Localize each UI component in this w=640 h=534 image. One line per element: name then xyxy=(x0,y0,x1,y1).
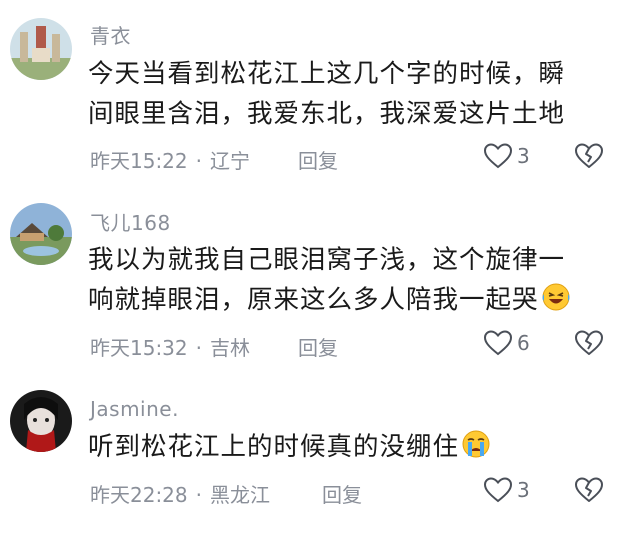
comment-line: 响就掉眼泪，原来这么多人陪我一起哭 xyxy=(88,280,598,320)
timestamp: 昨天22:28 xyxy=(90,483,188,507)
broken-heart-icon xyxy=(575,477,603,502)
crying-emoji-icon xyxy=(462,430,490,458)
avatar[interactable] xyxy=(10,18,72,80)
dislike-button[interactable] xyxy=(574,329,604,361)
comment-meta: 昨天22:28 · 黑龙江 xyxy=(90,479,270,508)
like-button[interactable]: 3 xyxy=(483,476,530,504)
comment-line-text: 听到松花江上的时候真的没绷住 xyxy=(88,432,460,462)
comment-line-text: 响就掉眼泪，原来这么多人陪我一起哭 xyxy=(88,285,539,315)
avatar-scenic-icon xyxy=(10,18,72,80)
separator: · xyxy=(195,149,202,173)
like-button[interactable]: 6 xyxy=(483,329,530,357)
comment-text: 我以为就我自己眼泪窝子浅，这个旋律一 响就掉眼泪，原来这么多人陪我一起哭 xyxy=(88,240,598,320)
reply-button[interactable]: 回复 xyxy=(322,479,362,508)
comment-meta: 昨天15:22 · 辽宁 xyxy=(90,145,250,174)
username[interactable]: 飞儿168 xyxy=(90,207,171,236)
timestamp: 昨天15:22 xyxy=(90,149,188,173)
comment-line: 今天当看到松花江上这几个字的时候，瞬 xyxy=(88,59,566,89)
like-button[interactable]: 3 xyxy=(483,142,530,170)
comment-line: 我以为就我自己眼泪窝子浅，这个旋律一 xyxy=(88,245,566,275)
comment-line: 间眼里含泪，我爱东北，我深爱这片土地 xyxy=(88,99,566,129)
comment-meta: 昨天15:32 · 吉林 xyxy=(90,332,250,361)
like-count: 3 xyxy=(517,144,530,168)
comment-text: 听到松花江上的时候真的没绷住 xyxy=(88,427,598,467)
comment-line: 听到松花江上的时候真的没绷住 xyxy=(88,427,598,467)
avatar-portrait-icon xyxy=(10,390,72,452)
location: 辽宁 xyxy=(210,149,250,173)
broken-heart-icon xyxy=(575,143,603,168)
reply-button[interactable]: 回复 xyxy=(298,332,338,361)
location: 黑龙江 xyxy=(210,483,270,507)
heart-icon xyxy=(483,330,513,356)
laughing-crying-emoji-icon xyxy=(542,283,570,311)
heart-icon xyxy=(483,143,513,169)
avatar[interactable] xyxy=(10,203,72,265)
avatar[interactable] xyxy=(10,390,72,452)
username[interactable]: 青衣 xyxy=(90,20,131,49)
comment-text: 今天当看到松花江上这几个字的时候，瞬 间眼里含泪，我爱东北，我深爱这片土地 xyxy=(88,54,598,134)
dislike-button[interactable] xyxy=(574,476,604,508)
dislike-button[interactable] xyxy=(574,142,604,174)
reply-button[interactable]: 回复 xyxy=(298,145,338,174)
timestamp: 昨天15:32 xyxy=(90,336,188,360)
username[interactable]: Jasmine. xyxy=(90,397,179,421)
separator: · xyxy=(195,483,202,507)
location: 吉林 xyxy=(210,336,250,360)
like-count: 3 xyxy=(517,478,530,502)
like-count: 6 xyxy=(517,331,530,355)
avatar-landscape-icon xyxy=(10,203,72,265)
separator: · xyxy=(195,336,202,360)
broken-heart-icon xyxy=(575,330,603,355)
heart-icon xyxy=(483,477,513,503)
